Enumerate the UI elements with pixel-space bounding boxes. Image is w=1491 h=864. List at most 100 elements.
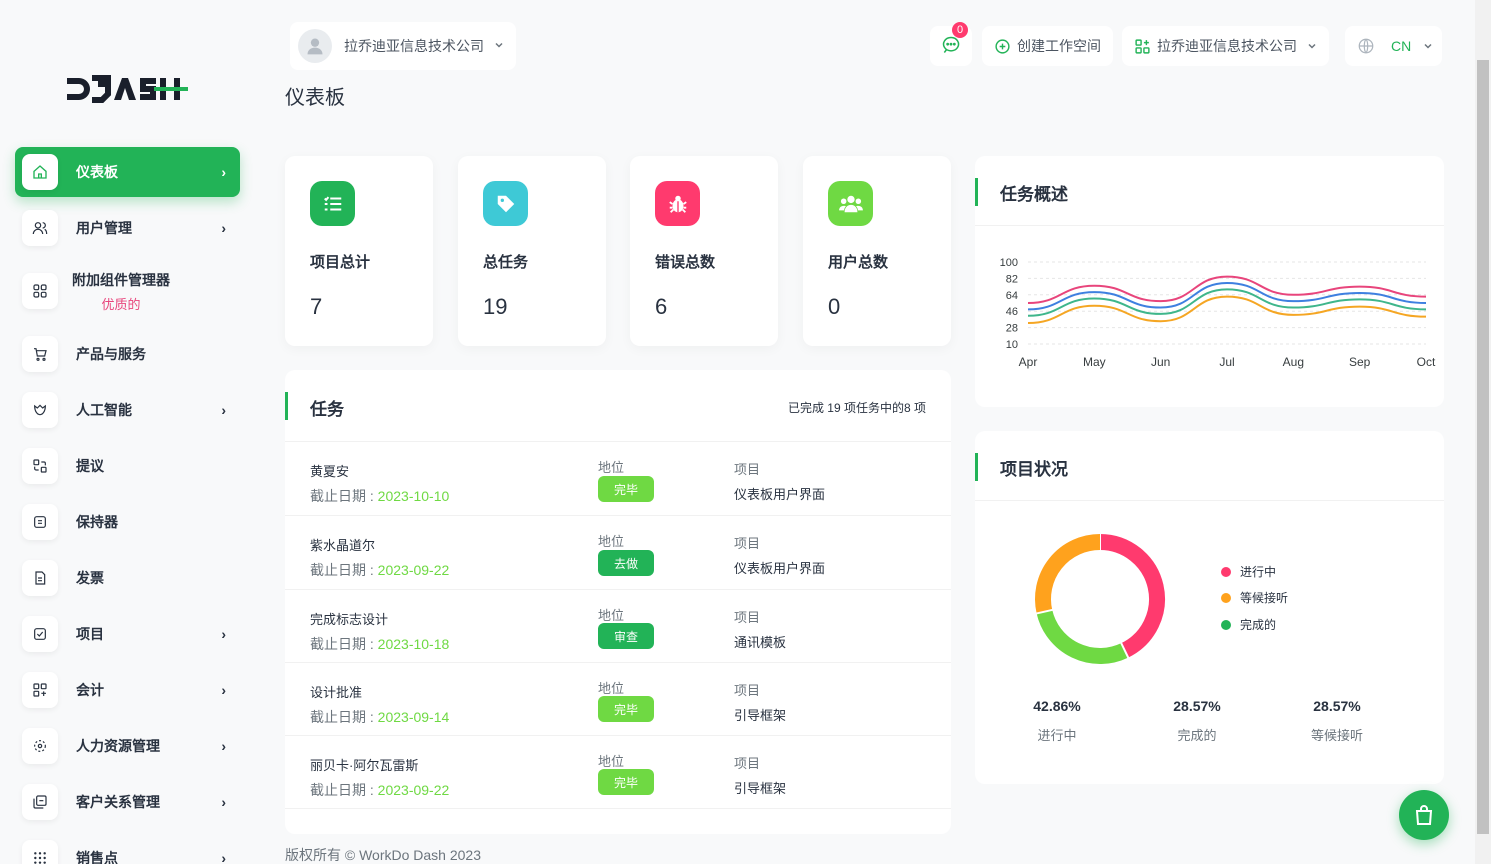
project-label: 项目	[734, 536, 761, 551]
status-percent: 28.57%	[1313, 698, 1361, 714]
project-label: 项目	[734, 610, 761, 625]
legend-label: 进行中	[1240, 565, 1277, 579]
scrollbar-thumb[interactable]	[1477, 60, 1489, 834]
sidebar-item-ai[interactable]: 人工智能 ›	[15, 385, 240, 435]
chevron-right-icon: ›	[221, 626, 226, 642]
chevron-right-icon: ›	[221, 794, 226, 810]
stat-value: 0	[828, 294, 841, 319]
premium-badge: 优质的	[101, 296, 141, 312]
sidebar-item-hrm[interactable]: 人力资源管理 ›	[15, 721, 240, 771]
project-status-header: 项目状况	[975, 431, 1444, 501]
sidebar-item-proposal[interactable]: 提议	[15, 441, 240, 491]
sidebar-item-products[interactable]: 产品与服务	[15, 329, 240, 379]
sidebar-item-addon-manager[interactable]: 附加组件管理器 优质的	[15, 259, 240, 323]
sidebar-item-label: 附加组件管理器 优质的	[72, 270, 170, 313]
sidebar-item-crm[interactable]: 客户关系管理 ›	[15, 777, 240, 827]
stat-value: 7	[310, 294, 323, 319]
sidebar-item-label: 人工智能	[76, 402, 132, 418]
sidebar-item-label: 项目	[76, 626, 104, 642]
task-row[interactable]: 黄夏安 截止日期 : 2023-10-10 地位 完毕 项目 仪表板用户界面	[285, 442, 951, 516]
page-title: 仪表板	[285, 87, 345, 109]
stat-card-users[interactable]: 用户总数 0	[803, 156, 951, 346]
legend-item: 完成的	[1221, 616, 1276, 633]
sidebar: 仪表板 › 用户管理 › 附加组件管理器 优质的 产品与服务 人工智能 › 提议…	[0, 0, 255, 864]
stat-card-bugs[interactable]: 错误总数 6	[630, 156, 778, 346]
tasks-card-header: 任务 已完成 19 项任务中的8 项	[285, 370, 951, 442]
shopping-bag-icon	[1412, 803, 1436, 827]
task-row[interactable]: 紫水晶道尔 截止日期 : 2023-09-22 地位 去做 项目 仪表板用户界面	[285, 516, 951, 590]
donut-slice	[1099, 534, 1165, 658]
dash-logo[interactable]	[64, 74, 190, 109]
legend-dot	[1221, 592, 1231, 603]
language-switcher[interactable]: CN	[1345, 26, 1442, 66]
language-label: CN	[1391, 38, 1412, 54]
x-tick-label: Jun	[1151, 355, 1170, 369]
sidebar-item-invoice[interactable]: 发票	[15, 553, 240, 603]
chevron-down-icon	[1423, 41, 1433, 51]
cart-button[interactable]	[1399, 790, 1449, 840]
tag-icon	[483, 181, 528, 226]
create-workspace-button[interactable]: 创建工作空间	[982, 26, 1113, 66]
sidebar-item-label: 发票	[76, 570, 104, 586]
sidebar-item-project[interactable]: 项目 ›	[15, 609, 240, 659]
grid-icon	[22, 273, 58, 309]
hrm-icon	[22, 728, 58, 764]
task-name: 黄夏安	[310, 464, 350, 479]
status-badge: 完毕	[598, 769, 654, 795]
list-check-icon	[310, 181, 355, 226]
chevron-right-icon: ›	[221, 738, 226, 754]
y-tick-label: 10	[1006, 339, 1018, 351]
stat-card-projects[interactable]: 项目总计 7	[285, 156, 433, 346]
task-row[interactable]: 设计批准 截止日期 : 2023-09-14 地位 完毕 项目 引导框架	[285, 663, 951, 736]
sidebar-item-pos[interactable]: 销售点 ›	[15, 833, 240, 864]
chevron-right-icon: ›	[221, 402, 226, 418]
task-overview-chart: 100 82 64 46 28 10Apr May Jun Jul Aug Sep Oct	[1000, 257, 1436, 369]
task-row[interactable]: 丽贝卡·阿尔瓦雷斯 截止日期 : 2023-09-22 地位 完毕 项目 引导框…	[285, 736, 951, 809]
x-tick-label: Sep	[1349, 355, 1371, 369]
task-name: 完成标志设计	[310, 612, 389, 627]
retainer-icon	[22, 504, 58, 540]
status-badge: 去做	[598, 550, 654, 576]
company-switcher[interactable]: 拉乔迪亚信息技术公司	[290, 22, 516, 70]
workspace-name: 拉乔迪亚信息技术公司	[1157, 38, 1297, 54]
task-due: 截止日期 : 2023-10-18	[310, 634, 449, 654]
ai-icon	[22, 392, 58, 428]
company-name: 拉乔迪亚信息技术公司	[344, 38, 484, 54]
x-tick-label: May	[1083, 355, 1106, 369]
stat-card-tasks[interactable]: 总任务 19	[458, 156, 606, 346]
messages-button[interactable]: 0	[930, 22, 972, 66]
project-status-card: 项目状况 进行中 等候接听 完成的 42.86% 进行中 28.57% 完成的 …	[975, 431, 1444, 784]
due-prefix: 截止日期 :	[310, 636, 378, 652]
task-project: 仪表板用户界面	[734, 487, 826, 502]
due-prefix: 截止日期 :	[310, 709, 378, 725]
due-prefix: 截止日期 :	[310, 488, 378, 504]
sidebar-item-retainer[interactable]: 保持器	[15, 497, 240, 547]
task-row[interactable]: 完成标志设计 截止日期 : 2023-10-18 地位 审查 项目 通讯模板	[285, 590, 951, 663]
sidebar-nav: 仪表板 › 用户管理 › 附加组件管理器 优质的 产品与服务 人工智能 › 提议…	[15, 147, 240, 864]
sidebar-item-accounting[interactable]: 会计 ›	[15, 665, 240, 715]
status-badge: 完毕	[598, 476, 654, 502]
cart-icon	[22, 336, 58, 372]
message-count-badge: 0	[952, 22, 968, 38]
users-icon	[22, 210, 58, 246]
sidebar-item-dashboard[interactable]: 仪表板 ›	[15, 147, 240, 197]
y-tick-label: 64	[1006, 290, 1018, 302]
create-workspace-label: 创建工作空间	[1017, 38, 1101, 54]
legend-dot	[1221, 619, 1231, 630]
avatar	[298, 29, 332, 63]
status-percent: 28.57%	[1173, 698, 1221, 714]
accounting-icon	[22, 672, 58, 708]
status-label: 地位	[598, 754, 625, 769]
accent-bar	[975, 178, 978, 206]
message-icon	[941, 35, 961, 58]
crm-icon	[22, 784, 58, 820]
tasks-summary: 已完成 19 项任务中的8 项	[787, 401, 926, 415]
sidebar-item-label: 保持器	[76, 514, 118, 530]
overview-title: 任务概述	[1000, 185, 1068, 204]
stat-label: 错误总数	[655, 254, 716, 271]
scrollbar[interactable]	[1475, 0, 1491, 864]
sidebar-item-label: 客户关系管理	[76, 794, 160, 810]
task-name: 丽贝卡·阿尔瓦雷斯	[310, 758, 419, 773]
workspace-switcher[interactable]: 拉乔迪亚信息技术公司	[1122, 26, 1329, 66]
sidebar-item-user-management[interactable]: 用户管理 ›	[15, 203, 240, 253]
